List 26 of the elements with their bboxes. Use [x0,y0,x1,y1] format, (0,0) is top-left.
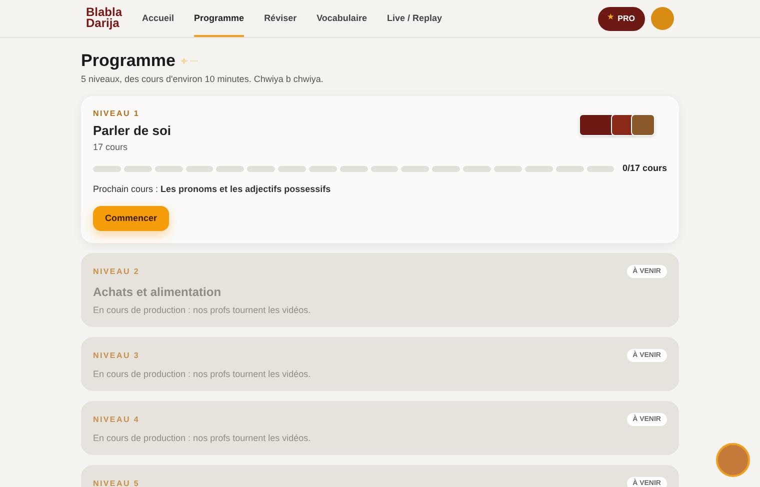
level-note: En cours de production : nos profs tournent les vidéos. [93,306,312,316]
level-note: En cours de production : nos profs tournent les vidéos. [93,370,312,380]
start-button[interactable]: Commencer [93,206,170,232]
nav-tab[interactable]: Live / Replay [386,0,442,37]
nav-tab[interactable]: Réviser [264,0,297,37]
chat-avatar[interactable] [716,443,750,477]
page-subtitle: 5 niveaux, des cours d'environ 10 minutes. Chwiya b chwiya. [81,75,324,84]
level-label: NIVEAU 1 [93,110,140,118]
progress-text: 0/17 cours [622,164,667,174]
course-count: 17 cours [93,143,129,152]
level-label: NIVEAU 5 [93,480,140,487]
page-title: Programme [81,50,176,72]
level-label: NIVEAU 3 [93,352,140,360]
level-note: En cours de production : nos profs tournent les vidéos. [93,434,312,444]
level-label: NIVEAU 2 [93,268,140,276]
photo-placeholder [631,114,655,136]
nav-tab[interactable]: Accueil [142,0,174,37]
next-lesson-text: Prochain cours : Les pronoms et les adjectifs possessifs [93,185,332,194]
level-title: Parler de soi [93,124,172,138]
logo[interactable]: Blabla Darija [86,7,122,28]
sparkle-icon [181,58,200,64]
avatar[interactable] [651,7,674,30]
level-label: NIVEAU 4 [93,416,140,424]
level-title: Achats et alimentation [93,286,222,298]
nav-tab[interactable]: Programme [194,0,244,37]
nav-tab[interactable]: Vocabulaire [316,0,367,37]
